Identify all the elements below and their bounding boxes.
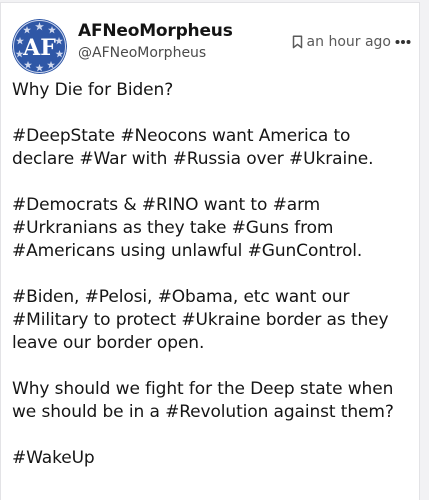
svg-text:AF: AF bbox=[22, 35, 56, 61]
post-meta: an hour ago bbox=[292, 34, 411, 50]
avatar-icon: AF bbox=[12, 19, 67, 74]
post-header: AF AFNeoMorpheus @AFNeoMorpheus an hour … bbox=[12, 16, 411, 74]
avatar[interactable]: AF bbox=[12, 19, 67, 74]
display-name[interactable]: AFNeoMorpheus bbox=[78, 21, 233, 41]
user-handle[interactable]: @AFNeoMorpheus bbox=[78, 45, 206, 61]
post-paragraph: Why Die for Biden? bbox=[12, 80, 174, 100]
post-paragraph: #WakeUp bbox=[12, 448, 95, 468]
more-options-icon[interactable] bbox=[395, 39, 411, 45]
post-card: AF AFNeoMorpheus @AFNeoMorpheus an hour … bbox=[0, 2, 420, 500]
bookmark-icon[interactable] bbox=[292, 35, 303, 49]
post-paragraph: Why should we fight for the Deep state w… bbox=[12, 379, 394, 422]
post-paragraph: #Democrats & #RINO want to #arm #Urkrani… bbox=[12, 195, 363, 261]
post-paragraph: #DeepState #Neocons want America to decl… bbox=[12, 126, 374, 169]
page-background-strip bbox=[420, 0, 429, 500]
post-timestamp[interactable]: an hour ago bbox=[307, 34, 391, 50]
post-paragraph: #Biden, #Pelosi, #Obama, etc want our #M… bbox=[12, 287, 389, 353]
post-body: Why Die for Biden? #DeepState #Neocons w… bbox=[12, 79, 414, 493]
